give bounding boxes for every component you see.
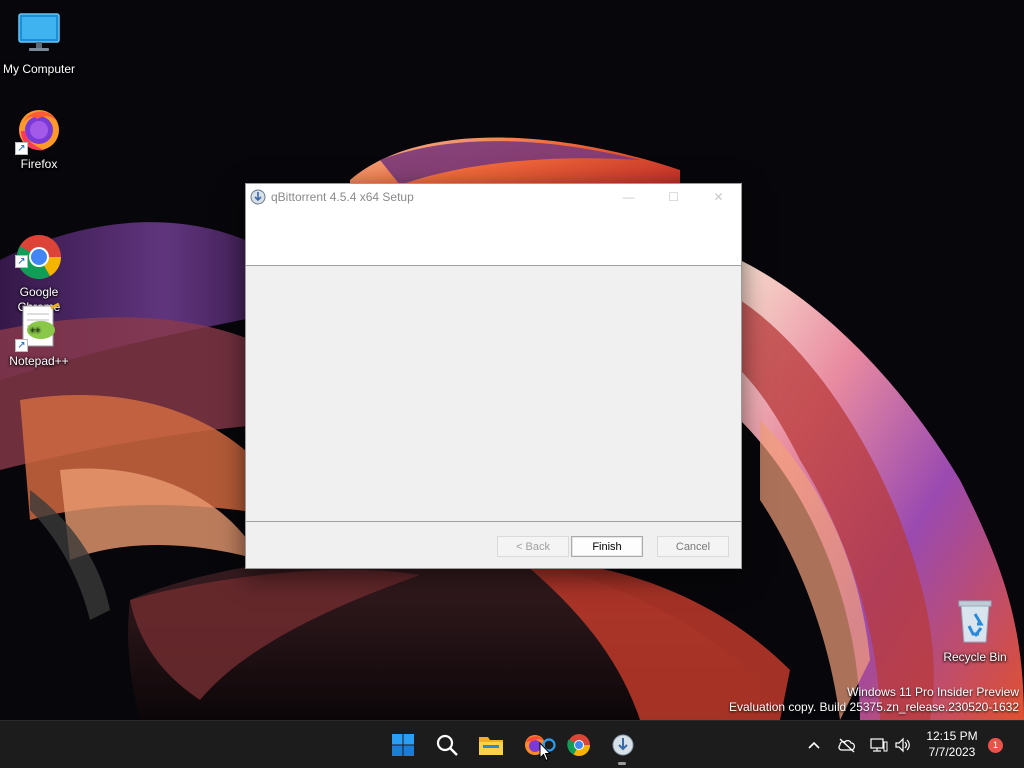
recycle-bin-icon (951, 598, 999, 646)
chrome-icon (567, 734, 590, 756)
header-panel (246, 209, 741, 266)
desktop-icon-my-computer[interactable]: My Computer (0, 10, 78, 77)
network-icon (870, 738, 888, 752)
desktop-icon-label: Firefox (20, 157, 58, 171)
desktop-icon-firefox[interactable]: ↗ Firefox (0, 105, 78, 172)
taskbar-chrome-button[interactable] (565, 731, 593, 759)
network-button[interactable] (869, 735, 889, 755)
volume-button[interactable] (893, 735, 913, 755)
desktop-icon-label: Recycle Bin (943, 650, 1007, 664)
shortcut-arrow-icon: ↗ (15, 255, 28, 268)
desktop-icon-label: My Computer (2, 62, 76, 76)
back-button[interactable]: < Back (497, 536, 569, 557)
monitor-icon (15, 10, 63, 58)
watermark-line-2: Evaluation copy. Build 25375.zn_release.… (729, 700, 1019, 714)
clock-time: 12:15 PM (926, 729, 978, 743)
taskbar-qbittorrent-setup-button[interactable] (609, 731, 637, 759)
running-indicator (618, 762, 626, 765)
clock-button[interactable]: 12:15 PM 7/7/2023 (918, 728, 986, 760)
close-button[interactable]: ✕ (696, 184, 741, 209)
shortcut-arrow-icon: ↗ (15, 339, 28, 352)
file-explorer-icon (479, 737, 503, 755)
search-icon (436, 734, 458, 756)
onedrive-button[interactable] (837, 735, 857, 755)
button-row: < Back Finish Cancel (246, 522, 741, 568)
setup-window: qBittorrent 4.5.4 x64 Setup — ☐ ✕ < Back… (245, 183, 742, 569)
mouse-cursor-icon (539, 742, 551, 762)
firefox-icon: ↗ (15, 105, 63, 155)
chrome-icon: ↗ (15, 218, 63, 279)
chevron-up-icon (808, 741, 820, 749)
qbittorrent-setup-icon (612, 734, 634, 756)
desktop-icon-recycle-bin[interactable]: Recycle Bin (936, 598, 1014, 665)
notification-badge[interactable]: 1 (988, 738, 1003, 753)
shortcut-arrow-icon: ↗ (15, 142, 28, 155)
cloud-off-icon (838, 738, 855, 753)
desktop-icon-label: Notepad++ (9, 354, 69, 368)
start-button[interactable] (389, 731, 417, 759)
speaker-icon (895, 737, 910, 753)
search-button[interactable] (433, 731, 461, 759)
svg-text:++: ++ (30, 325, 41, 335)
desktop-icon-notepad-plus-plus[interactable]: ++ ↗ Notepad++ (0, 302, 78, 369)
minimize-button[interactable]: — (606, 184, 651, 209)
qbittorrent-icon (250, 189, 266, 204)
window-title: qBittorrent 4.5.4 x64 Setup (271, 189, 414, 204)
evaluation-watermark: Windows 11 Pro Insider Preview Evaluatio… (729, 685, 1019, 715)
content-panel (246, 266, 741, 522)
taskbar: 12:15 PM 7/7/2023 1 (0, 720, 1024, 768)
show-hidden-icons-button[interactable] (806, 735, 822, 755)
finish-button[interactable]: Finish (571, 536, 643, 557)
maximize-button[interactable]: ☐ (651, 184, 696, 209)
file-explorer-button[interactable] (477, 731, 505, 759)
notepad-plus-plus-icon: ++ ↗ (15, 302, 63, 352)
clock-date: 7/7/2023 (928, 745, 976, 759)
watermark-line-1: Windows 11 Pro Insider Preview (847, 685, 1019, 699)
title-bar[interactable]: qBittorrent 4.5.4 x64 Setup — ☐ ✕ (246, 184, 741, 209)
cancel-button[interactable]: Cancel (657, 536, 729, 557)
start-icon (392, 734, 414, 756)
